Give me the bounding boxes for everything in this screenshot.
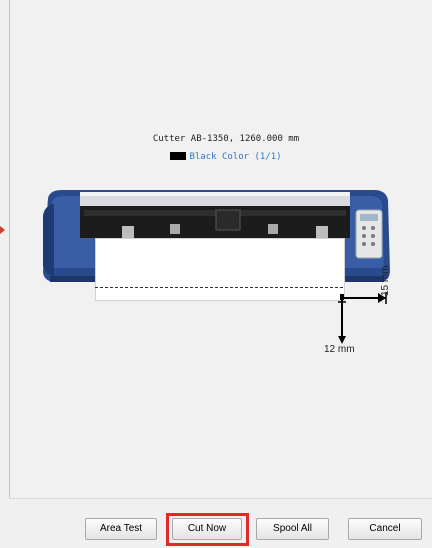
color-swatch xyxy=(170,152,187,160)
cutter-info: Cutter AB-1350, 1260.000 mm xyxy=(152,134,300,144)
color-line: Black Color (1/1) xyxy=(10,152,432,162)
cancel-button[interactable]: Cancel xyxy=(348,518,422,540)
cut-line xyxy=(95,287,343,288)
media-sheet xyxy=(95,238,345,301)
cut-now-highlight xyxy=(166,513,249,546)
spool-all-button[interactable]: Spool All xyxy=(256,518,329,540)
left-arrow-icon xyxy=(0,226,5,234)
color-label: Black Color (1/1) xyxy=(189,152,282,162)
vertical-offset-label: 15 mm xyxy=(380,265,391,296)
horizontal-offset-label: 12 mm xyxy=(324,344,355,355)
divider xyxy=(9,498,432,499)
area-test-button[interactable]: Area Test xyxy=(85,518,157,540)
